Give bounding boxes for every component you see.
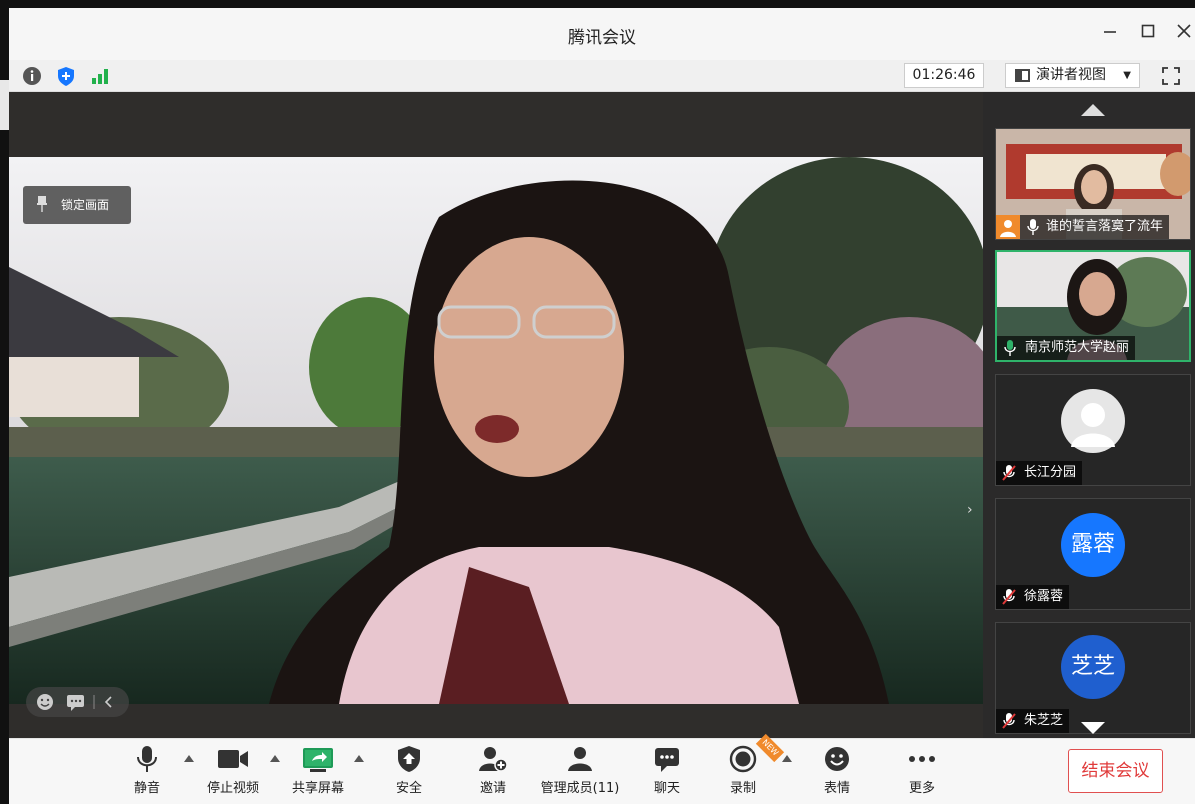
participant-name: 南京师范大学赵丽 (1025, 340, 1130, 355)
more-label: 更多 (908, 781, 935, 796)
speaker-video-scene (9, 157, 983, 704)
microphone-speaking-icon (1004, 340, 1016, 356)
view-mode-dropdown[interactable]: 演讲者视图 ▼ (1005, 63, 1140, 88)
reactions-button[interactable]: 表情 (819, 745, 855, 801)
participant-avatar: 露蓉 (1061, 513, 1125, 577)
microphone-icon (1027, 219, 1039, 235)
share-options-caret-icon[interactable] (354, 755, 364, 762)
chat-button[interactable]: 聊天 (649, 745, 685, 801)
microphone-muted-icon (1002, 713, 1016, 729)
more-button[interactable]: 更多 (904, 745, 940, 801)
microphone-muted-icon (1002, 465, 1016, 481)
security-button[interactable]: 安全 (391, 745, 427, 801)
collapse-chevron-icon[interactable] (104, 696, 112, 708)
participant-tile[interactable]: 长江分园 (995, 374, 1191, 486)
close-icon[interactable] (1173, 22, 1195, 44)
participant-tile-active-speaker[interactable]: 南京师范大学赵丽 (995, 250, 1191, 362)
speaker-stage: 锁定画面 › (9, 92, 983, 738)
stop-video-label: 停止视频 (206, 781, 259, 796)
participant-tile[interactable]: 露蓉 徐露蓉 (995, 498, 1191, 610)
manage-members-button[interactable]: 管理成员(11) (539, 745, 621, 801)
lock-view-label: 锁定画面 (61, 198, 110, 212)
video-camera-icon (218, 750, 248, 768)
invite-button[interactable]: 邀请 (475, 745, 511, 801)
participant-tile[interactable]: 芝芝 朱芝芝 (995, 622, 1191, 734)
record-icon (729, 745, 757, 773)
share-screen-label: 共享屏幕 (291, 781, 344, 796)
host-avatar-icon (996, 215, 1020, 239)
invite-label: 邀请 (479, 781, 506, 796)
pin-icon (37, 196, 47, 212)
more-dots-icon (909, 756, 935, 762)
stage-quick-controls (26, 687, 129, 717)
desktop-window-edge (0, 80, 9, 130)
security-shield-icon (398, 746, 420, 772)
members-icon (568, 747, 592, 771)
microphone-icon (137, 746, 157, 772)
meeting-window: 腾讯会议 01:26:46 演讲者视图 ▼ 锁定画面 › 谁的誓言落寞了流年 南… (9, 8, 1195, 804)
shield-icon[interactable] (55, 65, 77, 87)
lock-view-button[interactable]: 锁定画面 (23, 186, 131, 224)
fullscreen-icon[interactable] (1160, 65, 1182, 87)
manage-members-label: 管理成员(11) (540, 781, 620, 796)
participant-name: 谁的誓言落寞了流年 (1046, 219, 1164, 234)
video-options-caret-icon[interactable] (270, 755, 280, 762)
info-icon[interactable] (21, 65, 43, 87)
participant-name: 朱芝芝 (1024, 713, 1064, 728)
speaker-view-icon (1015, 69, 1030, 82)
participant-tile[interactable]: 谁的誓言落寞了流年 (995, 128, 1191, 240)
participant-avatar: 芝芝 (1061, 635, 1125, 699)
maximize-icon[interactable] (1137, 22, 1159, 44)
participant-name-tag: 谁的誓言落寞了流年 (996, 215, 1170, 239)
stop-video-button[interactable]: 停止视频 (203, 745, 263, 801)
speaker-video[interactable] (9, 157, 983, 704)
share-screen-button[interactable]: 共享屏幕 (287, 745, 349, 801)
participant-strip: 谁的誓言落寞了流年 南京师范大学赵丽 长江分园 露蓉 徐露蓉 芝芝 朱芝芝 (983, 92, 1195, 738)
next-page-chevron-icon[interactable]: › (967, 502, 973, 518)
participant-name-tag: 南京师范大学赵丽 (997, 336, 1136, 360)
record-options-caret-icon[interactable] (782, 755, 792, 762)
security-label: 安全 (395, 781, 422, 796)
window-title: 腾讯会议 (568, 28, 636, 48)
bottom-control-bar: 静音 停止视频 共享屏幕 安全 邀请 管理成员(11) 聊天 录制 NEW 表情… (9, 733, 1195, 804)
emoji-icon[interactable] (37, 694, 53, 710)
mute-button[interactable]: 静音 (129, 745, 165, 801)
participant-name-tag: 朱芝芝 (996, 709, 1070, 733)
participant-name-tag: 徐露蓉 (996, 585, 1070, 609)
reactions-label: 表情 (823, 781, 850, 796)
scroll-up-icon[interactable] (1081, 104, 1105, 118)
meeting-toolbar: 01:26:46 演讲者视图 ▼ (9, 60, 1195, 92)
record-button[interactable]: 录制 (725, 745, 761, 801)
title-bar: 腾讯会议 (9, 8, 1195, 60)
share-screen-icon (303, 748, 333, 772)
view-mode-label: 演讲者视图 (1036, 67, 1106, 83)
chevron-down-icon: ▼ (1123, 70, 1131, 81)
mute-options-caret-icon[interactable] (184, 755, 194, 762)
add-user-icon (479, 747, 508, 772)
smiley-icon (825, 747, 849, 771)
minimize-icon[interactable] (1099, 22, 1121, 44)
microphone-muted-icon (1002, 589, 1016, 605)
scroll-down-icon[interactable] (1081, 722, 1105, 736)
record-label: 录制 (729, 781, 756, 796)
participant-name: 徐露蓉 (1024, 589, 1064, 604)
chat-bubble-icon[interactable] (67, 695, 84, 711)
default-avatar-icon (1061, 389, 1125, 453)
chat-bubble-icon (655, 748, 679, 772)
chat-label: 聊天 (653, 781, 680, 796)
participant-name: 长江分园 (1024, 465, 1077, 480)
participant-name-tag: 长江分园 (996, 461, 1083, 485)
signal-icon[interactable] (89, 65, 111, 87)
meeting-timer: 01:26:46 (904, 63, 984, 88)
mute-label: 静音 (133, 781, 160, 796)
end-meeting-button[interactable]: 结束会议 (1068, 749, 1163, 793)
